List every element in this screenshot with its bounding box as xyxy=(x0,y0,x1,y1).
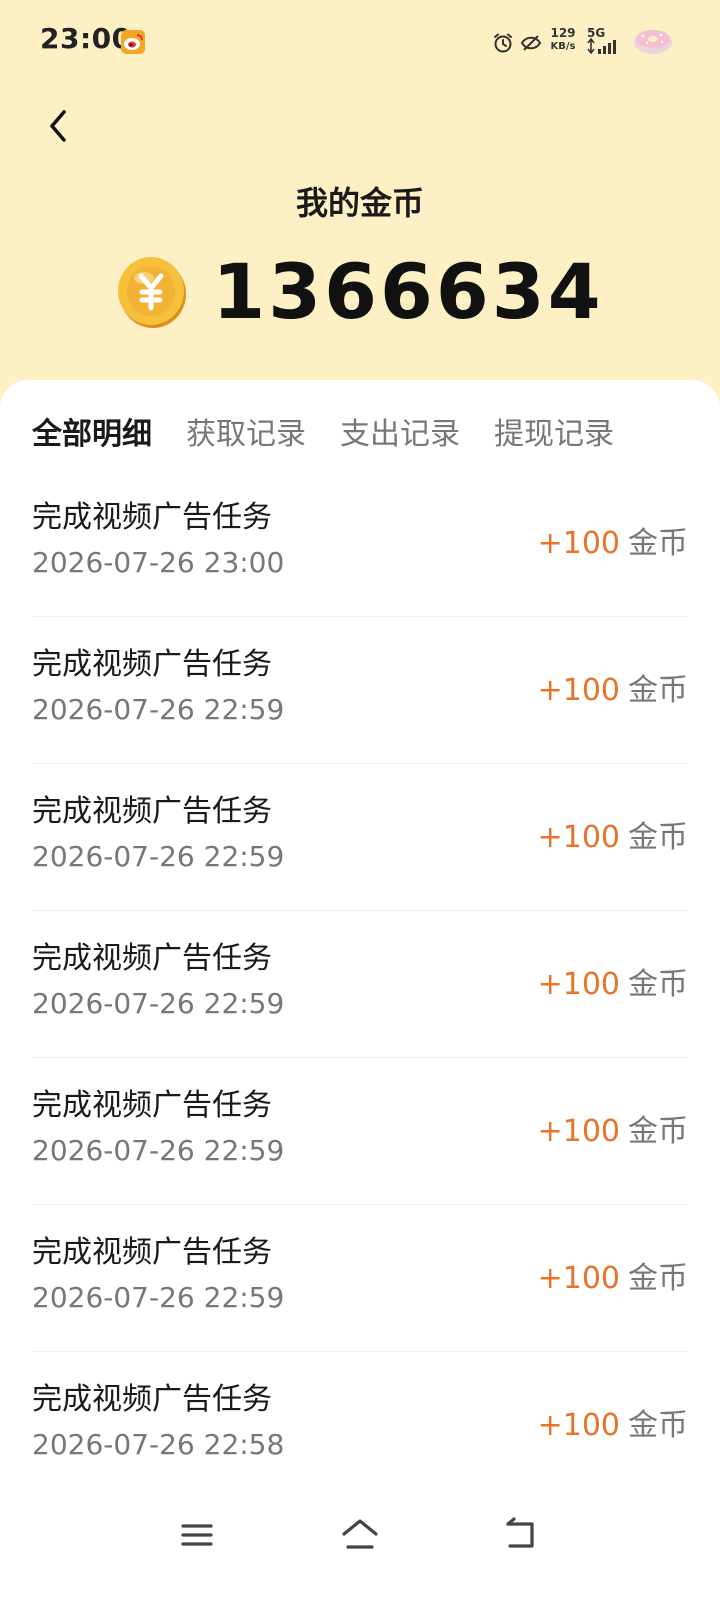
back-icon[interactable] xyxy=(502,1516,538,1552)
tab-spend-records[interactable]: 支出记录 xyxy=(340,410,460,460)
record-row: 完成视频广告任务 2026-07-26 22:59 +100 金币 xyxy=(32,1058,688,1205)
record-title: 完成视频广告任务 xyxy=(32,500,272,535)
back-button[interactable] xyxy=(40,104,76,148)
record-title: 完成视频广告任务 xyxy=(32,647,272,682)
record-amount: +100 金币 xyxy=(538,518,688,562)
chevron-left-icon xyxy=(50,110,66,142)
speed-unit: KB/s xyxy=(550,41,576,52)
record-title: 完成视频广告任务 xyxy=(32,794,272,829)
amount-value: +100 xyxy=(537,820,620,855)
record-title: 完成视频广告任务 xyxy=(32,1382,272,1417)
balance-amount: 1366634 xyxy=(212,247,604,336)
record-row: 完成视频广告任务 2026-07-26 22:58 +100 金币 xyxy=(32,1352,688,1499)
page-title: 我的金币 xyxy=(295,184,424,222)
record-time: 2026-07-26 22:58 xyxy=(32,1428,285,1461)
tab-earn-records[interactable]: 获取记录 xyxy=(186,410,306,460)
signal-icon xyxy=(587,38,616,54)
home-icon[interactable] xyxy=(340,1516,380,1552)
nfc-icon xyxy=(520,35,542,51)
amount-unit: 金币 xyxy=(628,673,688,708)
record-time: 2026-07-26 22:59 xyxy=(32,987,285,1020)
amount-unit: 金币 xyxy=(628,1408,688,1443)
coin-icon xyxy=(118,257,187,328)
network-speed: 129 KB/s xyxy=(548,27,578,53)
amount-unit: 金币 xyxy=(628,967,688,1002)
alarm-icon xyxy=(494,33,512,53)
battery-icon xyxy=(634,30,672,54)
record-row: 完成视频广告任务 2026-07-26 22:59 +100 金币 xyxy=(32,617,688,764)
tab-all-details[interactable]: 全部明细 xyxy=(32,410,152,460)
record-time: 2026-07-26 22:59 xyxy=(32,693,285,726)
record-row: 完成视频广告任务 2026-07-26 22:59 +100 金币 xyxy=(32,764,688,911)
record-title: 完成视频广告任务 xyxy=(32,941,272,976)
status-bar: 23:00 129 KB/s 5G xyxy=(0,0,720,84)
amount-unit: 金币 xyxy=(628,1114,688,1149)
record-amount: +100 金币 xyxy=(538,959,688,1003)
record-row: 完成视频广告任务 2026-07-26 22:59 +100 金币 xyxy=(32,1205,688,1352)
amount-value: +100 xyxy=(537,526,620,561)
amount-value: +100 xyxy=(537,1261,620,1296)
record-time: 2026-07-26 22:59 xyxy=(32,840,285,873)
record-amount: +100 金币 xyxy=(538,665,688,709)
record-amount: +100 金币 xyxy=(538,1253,688,1297)
amount-unit: 金币 xyxy=(628,1261,688,1296)
menu-icon[interactable] xyxy=(180,1520,214,1550)
weibo-icon xyxy=(121,30,145,54)
record-time: 2026-07-26 23:00 xyxy=(32,546,285,579)
record-title: 完成视频广告任务 xyxy=(32,1088,272,1123)
record-row: 完成视频广告任务 2026-07-26 23:00 +100 金币 xyxy=(32,470,688,617)
records-card: 全部明细 获取记录 支出记录 提现记录 完成视频广告任务 2026-07-26 … xyxy=(0,380,720,1608)
record-tabs: 全部明细 获取记录 支出记录 提现记录 xyxy=(32,410,648,460)
record-amount: +100 金币 xyxy=(538,1400,688,1444)
amount-value: +100 xyxy=(537,1408,620,1443)
record-time: 2026-07-26 22:59 xyxy=(32,1281,285,1314)
record-amount: +100 金币 xyxy=(538,1106,688,1150)
record-list: 完成视频广告任务 2026-07-26 23:00 +100 金币 完成视频广告任… xyxy=(32,470,688,1499)
status-time: 23:00 xyxy=(40,22,132,55)
record-title: 完成视频广告任务 xyxy=(32,1235,272,1270)
system-nav-bar xyxy=(0,1490,720,1590)
amount-unit: 金币 xyxy=(628,820,688,855)
amount-value: +100 xyxy=(537,967,620,1002)
record-row: 完成视频广告任务 2026-07-26 22:59 +100 金币 xyxy=(32,911,688,1058)
amount-value: +100 xyxy=(537,1114,620,1149)
amount-value: +100 xyxy=(537,673,620,708)
record-time: 2026-07-26 22:59 xyxy=(32,1134,285,1167)
amount-unit: 金币 xyxy=(628,526,688,561)
tab-withdraw-records[interactable]: 提现记录 xyxy=(494,410,614,460)
coin-balance: 1366634 xyxy=(0,252,720,332)
record-amount: +100 金币 xyxy=(538,812,688,856)
speed-value: 129 xyxy=(550,26,576,40)
